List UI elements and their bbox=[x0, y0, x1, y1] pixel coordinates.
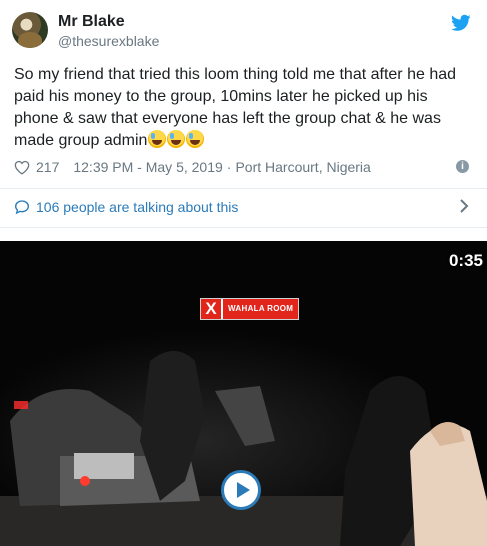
conversation-label: 106 people are talking about this bbox=[36, 199, 239, 215]
meta-separator: · bbox=[226, 159, 232, 175]
chevron-right-icon[interactable] bbox=[459, 198, 469, 214]
speech-bubble-icon bbox=[14, 200, 30, 215]
tweet-text: So my friend that tried this loom thing … bbox=[14, 64, 476, 152]
video-player[interactable]: 0:35 X WAHALA ROOM bbox=[0, 241, 487, 546]
logo-text: WAHALA ROOM bbox=[223, 299, 299, 319]
tears-of-joy-icon bbox=[167, 130, 186, 148]
tears-of-joy-icon bbox=[148, 130, 167, 148]
video-duration: 0:35 bbox=[448, 251, 483, 270]
conversation-link[interactable]: 106 people are talking about this bbox=[14, 197, 238, 217]
tears-of-joy-icon bbox=[186, 130, 205, 148]
logo-letter: X bbox=[201, 299, 221, 319]
tweet-timestamp[interactable]: 12:39 PM - May 5, 2019 bbox=[73, 159, 222, 175]
wahala-room-logo: X WAHALA ROOM bbox=[200, 298, 300, 320]
display-name[interactable]: Mr Blake bbox=[58, 13, 125, 31]
like-count[interactable]: 217 bbox=[36, 159, 59, 175]
info-icon[interactable]: i bbox=[456, 160, 469, 173]
user-handle[interactable]: @thesurexblake bbox=[58, 33, 159, 49]
tweet-meta: 217 12:39 PM - May 5, 2019 · Port Harcou… bbox=[14, 157, 371, 177]
tweet-card: Mr Blake @thesurexblake So my friend tha… bbox=[0, 0, 487, 228]
avatar[interactable] bbox=[12, 12, 48, 48]
twitter-bird-icon[interactable] bbox=[451, 14, 471, 32]
play-button[interactable] bbox=[221, 470, 261, 510]
tweet-location[interactable]: Port Harcourt, Nigeria bbox=[235, 159, 370, 175]
tweet-body: So my friend that tried this loom thing … bbox=[14, 66, 457, 149]
divider bbox=[0, 188, 487, 189]
heart-icon[interactable] bbox=[14, 160, 30, 175]
